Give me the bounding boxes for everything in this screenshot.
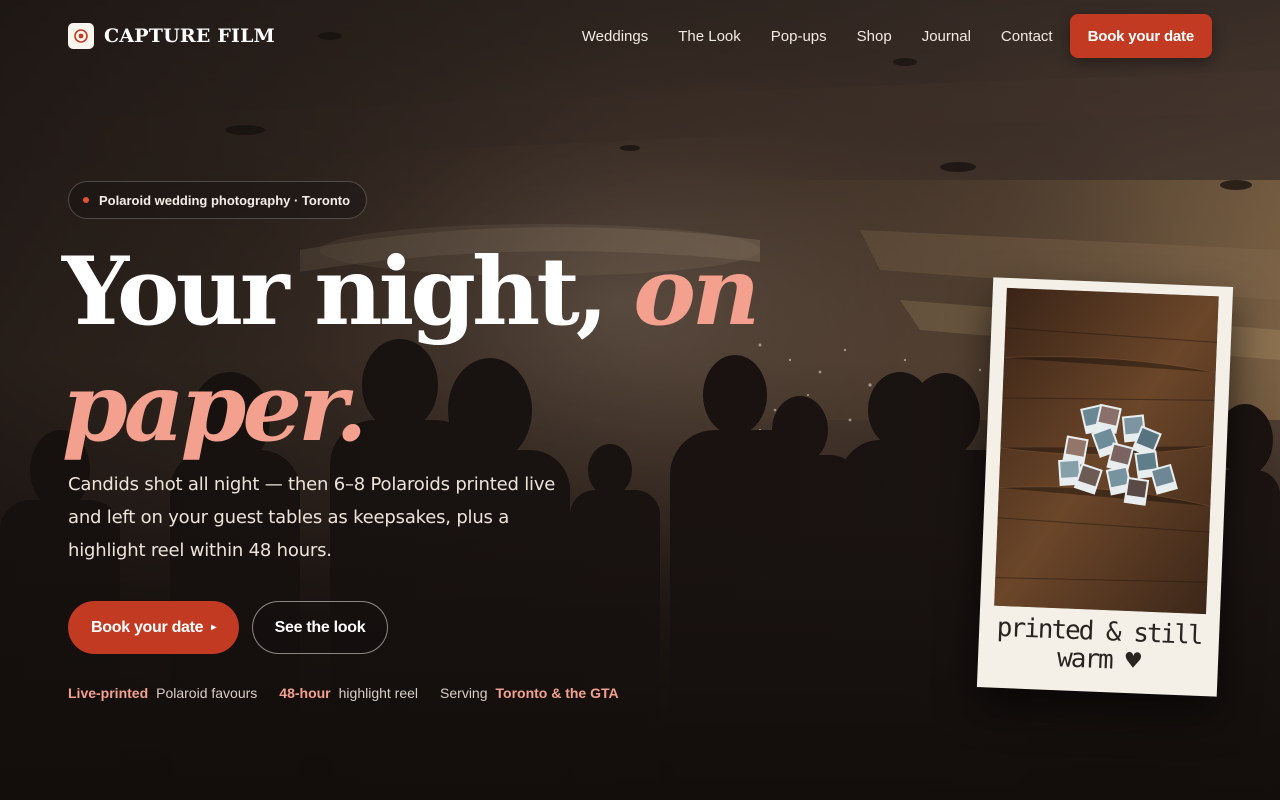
brand-name: CAPTURE FILM bbox=[104, 25, 275, 47]
main-nav: Weddings The Look Pop-ups Shop Journal C… bbox=[582, 14, 1212, 58]
stat-live-printed: Live-printed Polaroid favours bbox=[68, 685, 257, 701]
headline-accent-paper: paper. bbox=[62, 353, 368, 463]
stat-serving-area: Serving Toronto & the GTA bbox=[440, 685, 619, 701]
hero-subcopy: Candids shot all night — then 6–8 Polaro… bbox=[68, 474, 556, 561]
status-dot-icon bbox=[83, 197, 89, 203]
stat-highlight: 48-hour bbox=[279, 685, 331, 701]
stat-highlight: Toronto & the GTA bbox=[495, 685, 619, 701]
nav-link-shop[interactable]: Shop bbox=[857, 28, 892, 45]
brand-logo-link[interactable]: CAPTURE FILM bbox=[68, 22, 275, 50]
stat-text: Polaroid favours bbox=[156, 685, 258, 701]
site-header: CAPTURE FILM Weddings The Look Pop-ups S… bbox=[0, 0, 1280, 72]
stat-highlight: Live-printed bbox=[68, 685, 149, 701]
polaroid-card: printed & still warm ♥ bbox=[976, 277, 1234, 697]
nav-link-weddings[interactable]: Weddings bbox=[582, 28, 648, 45]
nav-link-the-look[interactable]: The Look bbox=[678, 28, 741, 45]
stat-text: highlight reel bbox=[338, 685, 419, 701]
hero-badge-text: Polaroid wedding photography · Toronto bbox=[99, 192, 351, 208]
hero-stats: Live-printed Polaroid favours 48-hour hi… bbox=[68, 683, 641, 703]
headline-accent-on: on bbox=[633, 237, 760, 347]
headline-main: Your night, bbox=[62, 237, 608, 347]
nav-link-pop-ups[interactable]: Pop-ups bbox=[771, 28, 827, 45]
book-date-hero-label: Book your date bbox=[91, 618, 204, 636]
stat-highlight-reel: 48-hour highlight reel bbox=[279, 685, 418, 701]
camera-lens-icon bbox=[68, 23, 94, 49]
polaroid-caption: printed & still warm ♥ bbox=[988, 613, 1210, 678]
nav-link-journal[interactable]: Journal bbox=[922, 28, 971, 45]
play-arrow-icon: ▸ bbox=[211, 622, 216, 633]
see-the-look-button[interactable]: See the look bbox=[252, 601, 388, 654]
hero-headline: Your night, on paper. bbox=[62, 234, 762, 466]
book-date-nav-button[interactable]: Book your date bbox=[1069, 14, 1212, 58]
book-date-hero-button[interactable]: Book your date ▸ bbox=[68, 601, 239, 654]
stat-text: Serving bbox=[440, 685, 488, 701]
polaroid-photo bbox=[994, 287, 1219, 615]
nav-link-contact[interactable]: Contact bbox=[1001, 28, 1053, 45]
hero-badge: Polaroid wedding photography · Toronto bbox=[68, 181, 368, 219]
